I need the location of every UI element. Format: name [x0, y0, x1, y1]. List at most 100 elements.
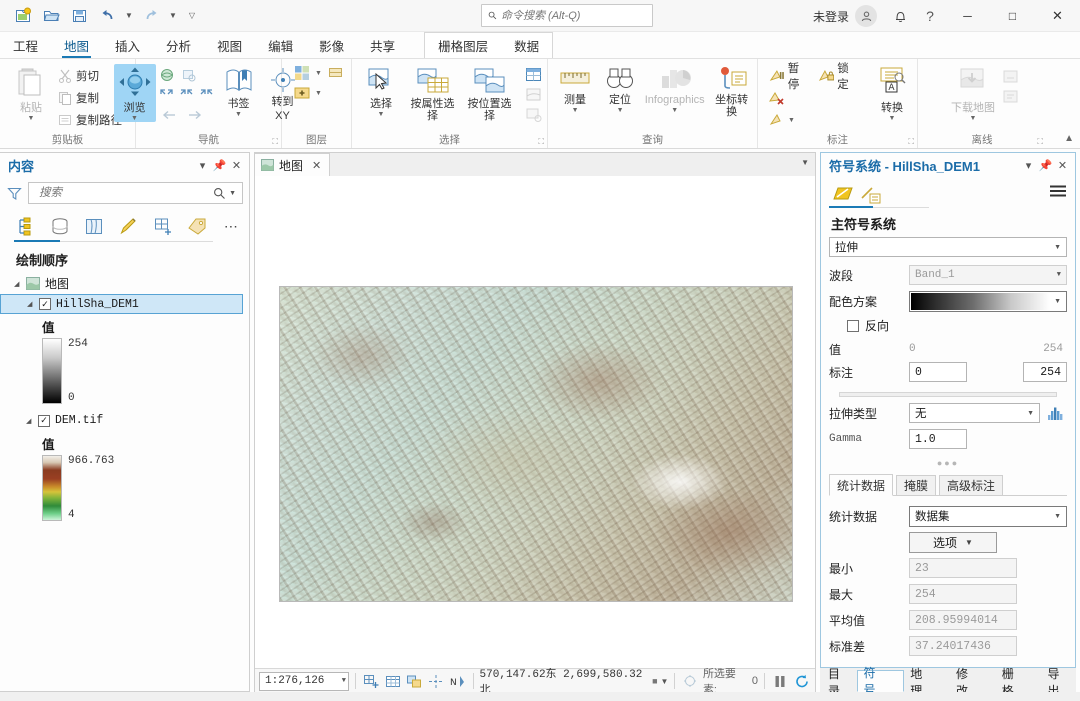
ribbon-tab-edit[interactable]: 编辑	[255, 32, 306, 58]
notifications-icon[interactable]	[885, 1, 915, 31]
map-scale-combo[interactable]: 1:276,126 ▼	[259, 671, 349, 691]
ribbon-tab-project[interactable]: 工程	[0, 32, 51, 58]
layer-checkbox-hillshade[interactable]: ✓	[39, 298, 51, 310]
stretch-type-dropdown-icon[interactable]: ▼	[1024, 410, 1037, 417]
search-input[interactable]	[497, 8, 646, 23]
contents-search-input[interactable]	[37, 186, 214, 200]
zoom-in-fixed-icon[interactable]	[158, 85, 176, 104]
more-options-icon[interactable]: ⋯	[220, 213, 243, 239]
statistics-combo[interactable]: 数据集 ▼	[909, 505, 1067, 527]
ribbon-tab-data[interactable]: 数据	[501, 33, 552, 58]
labeling-properties-dropdown-icon[interactable]: ▼	[788, 117, 795, 124]
symbology-panel-menu-icon[interactable]: ▾	[1020, 157, 1037, 174]
select-dropdown-icon[interactable]: ▼	[378, 111, 385, 118]
expand-hillshade-icon[interactable]: ◢	[27, 300, 39, 308]
histogram-icon[interactable]	[1045, 403, 1067, 423]
label-min-input[interactable]: 0	[909, 362, 967, 382]
list-by-labeling-icon[interactable]	[185, 213, 208, 239]
stretch-slider[interactable]	[829, 386, 1067, 399]
contents-panel-close-icon[interactable]: ✕	[228, 157, 245, 174]
expand-dem-icon[interactable]: ◢	[26, 417, 38, 425]
list-by-drawing-order-icon[interactable]	[14, 213, 37, 239]
band-dropdown-icon[interactable]: ▼	[1054, 271, 1064, 279]
tab-advanced-labeling[interactable]: 高级标注	[939, 475, 1004, 496]
options-button[interactable]: 选项 ▼	[909, 531, 997, 553]
primary-symbology-combo[interactable]: 拉伸 ▼	[829, 237, 1067, 257]
map-tab-close-icon[interactable]: ✕	[312, 159, 321, 172]
infographics-button[interactable]: Infographics ▼	[644, 64, 705, 114]
new-project-icon[interactable]	[10, 4, 36, 28]
selection-dialog-launcher-icon[interactable]: ⛶	[538, 137, 544, 147]
bookmarks-dropdown-icon[interactable]: ▼	[235, 111, 242, 118]
layer-checkbox-dem[interactable]: ✓	[38, 414, 50, 427]
options-dropdown-icon[interactable]: ▼	[965, 538, 973, 547]
labeling-properties-button[interactable]: ▼	[766, 109, 863, 130]
dock-tab-modify[interactable]: 修改…	[950, 667, 996, 698]
avatar[interactable]	[855, 5, 877, 27]
layer-row-dem[interactable]: ◢ ✓ DEM.tif	[0, 410, 249, 431]
dock-tab-catalog[interactable]: 目录	[822, 667, 857, 698]
infographics-dropdown-icon[interactable]: ▼	[671, 107, 678, 114]
clear-selection-icon[interactable]	[524, 105, 543, 124]
ribbon-tab-view[interactable]: 视图	[204, 32, 255, 58]
variables-tab-icon[interactable]	[857, 182, 885, 207]
contents-panel-pin-icon[interactable]: 📌	[211, 157, 228, 174]
convert-labels-button[interactable]: A 转换 ▼	[871, 64, 913, 122]
maximize-button[interactable]: □	[990, 0, 1035, 32]
paste-dropdown-icon[interactable]: ▼	[28, 115, 35, 122]
expand-map-icon[interactable]: ◢	[14, 280, 26, 288]
download-map-dropdown-icon[interactable]: ▼	[970, 115, 977, 122]
zoom-to-selection-icon[interactable]	[198, 85, 216, 104]
redo-icon[interactable]	[138, 4, 164, 28]
customize-qat-icon[interactable]: ▽	[182, 4, 202, 28]
locate-button[interactable]: 定位 ▼	[599, 64, 641, 114]
attribute-table-icon[interactable]	[524, 65, 543, 84]
contents-search-dropdown-icon[interactable]: ▼	[226, 190, 239, 197]
offline-dialog-launcher-icon[interactable]: ⛶	[1037, 137, 1043, 147]
undo-dropdown-icon[interactable]: ▼	[122, 4, 136, 28]
table-icon[interactable]	[383, 672, 402, 691]
select-tool-icon[interactable]	[405, 672, 424, 691]
full-extent-icon[interactable]	[158, 65, 177, 84]
north-arrow-icon[interactable]: N	[448, 672, 467, 691]
hillshade-dem-raster[interactable]	[279, 286, 793, 602]
band-combo[interactable]: Band_1 ▼	[909, 265, 1067, 285]
navigate-dialog-launcher-icon[interactable]: ⛶	[272, 137, 278, 147]
close-button[interactable]: ✕	[1035, 0, 1080, 32]
ribbon-tab-raster-layer[interactable]: 栅格图层	[425, 33, 501, 58]
basemap-icon[interactable]	[292, 63, 311, 82]
tab-statistics[interactable]: 统计数据	[829, 474, 894, 496]
dock-tab-geoprocessing[interactable]: 地理…	[904, 667, 950, 698]
symbology-panel-close-icon[interactable]: ✕	[1054, 157, 1071, 174]
list-by-selection-icon[interactable]	[83, 213, 106, 239]
select-button[interactable]: 选择 ▼	[360, 64, 402, 118]
stretch-type-combo[interactable]: 无 ▼	[909, 403, 1040, 423]
tree-node-map[interactable]: ◢ 地图	[0, 273, 249, 294]
coordinate-units-dropdown-icon[interactable]: ▼	[661, 677, 669, 686]
list-by-snapping-icon[interactable]	[151, 213, 174, 239]
layer-row-hillshade[interactable]: ◢ ✓ HillSha_DEM1	[0, 294, 243, 314]
primary-symbology-dropdown-icon[interactable]: ▼	[1051, 244, 1064, 251]
help-icon[interactable]: ?	[915, 1, 945, 31]
gamma-input[interactable]: 1.0	[909, 429, 967, 449]
ribbon-tab-insert[interactable]: 插入	[102, 32, 153, 58]
hamburger-menu-icon[interactable]	[1049, 184, 1067, 198]
download-map-button[interactable]: 下载地图 ▼	[948, 64, 998, 122]
contents-search-box[interactable]: ▼	[28, 182, 243, 204]
explore-dropdown-icon[interactable]: ▼	[131, 115, 138, 122]
stretch-slider-track[interactable]	[839, 392, 1057, 397]
labeling-dialog-launcher-icon[interactable]: ⛶	[908, 137, 914, 147]
next-extent-icon[interactable]	[185, 105, 204, 124]
dock-tab-raster[interactable]: 栅格…	[996, 667, 1042, 698]
basemap-dropdown-icon[interactable]: ▼	[315, 70, 322, 77]
dock-tab-symbology[interactable]: 符号…	[856, 666, 905, 697]
refresh-icon[interactable]	[792, 672, 811, 691]
minimize-button[interactable]: ─	[945, 0, 990, 32]
statistics-dropdown-icon[interactable]: ▼	[1051, 513, 1064, 520]
dock-tab-export[interactable]: 导出	[1042, 667, 1077, 698]
pause-drawing-icon[interactable]	[771, 672, 790, 691]
convert-labels-dropdown-icon[interactable]: ▼	[889, 115, 896, 122]
panel-splitter[interactable]: ●●●	[835, 458, 1061, 468]
add-preset-layer-icon[interactable]	[326, 63, 345, 82]
add-grid-icon[interactable]	[362, 672, 381, 691]
